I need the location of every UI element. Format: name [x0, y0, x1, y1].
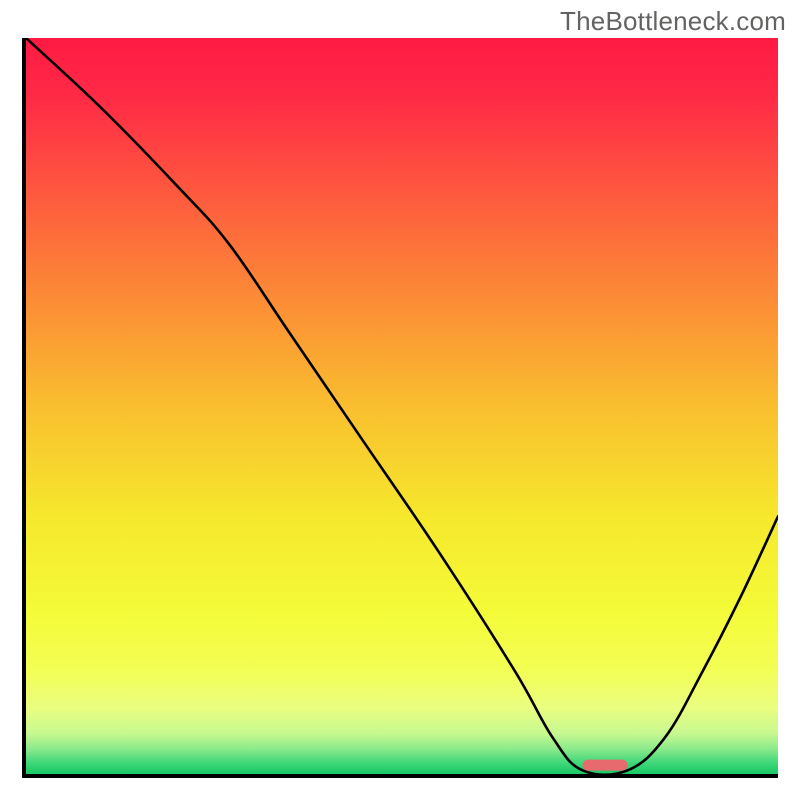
chart-container: TheBottleneck.com [0, 0, 800, 800]
plot-axes [22, 38, 778, 778]
plot-area [26, 38, 778, 774]
watermark-label: TheBottleneck.com [560, 6, 786, 37]
optimum-marker [26, 38, 778, 774]
